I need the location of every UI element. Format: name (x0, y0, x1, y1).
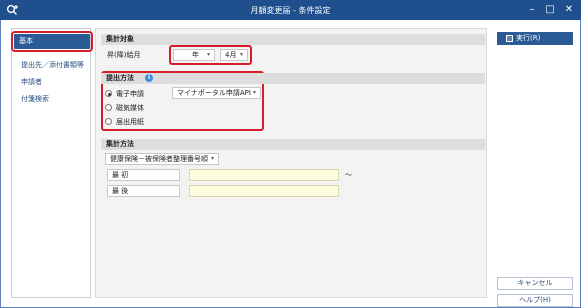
aggregation-target-heading: 集計対象 (101, 34, 485, 45)
cancel-button[interactable]: キャンセル (497, 277, 573, 290)
method-select[interactable]: 健康保険－被保険者整理番号順 ▾ (105, 153, 219, 165)
radio-circle[interactable] (105, 90, 112, 97)
end-label: 最 後 (107, 185, 180, 197)
main-content: 集計対象 昇(降)給月 年 ▾ 4月 ▾ 提出方法 i 電子申請 磁気媒体 届出… (95, 28, 487, 298)
submission-method-title: 提出方法 (106, 74, 134, 82)
sidebar: 基本 提出先／添付書類等 申請者 付箋検索 (11, 28, 93, 298)
month-select[interactable]: 4月 ▾ (220, 49, 248, 61)
sidebar-item-applicant[interactable]: 申請者 (16, 75, 90, 89)
dialog-window: 基本 提出先／添付書類等 申請者 付箋検索 集計対象 昇(降)給月 年 ▾ 4月… (0, 20, 581, 308)
api-select-value: マイナポータル申請API (177, 89, 251, 97)
range-separator: 〜 (345, 171, 352, 179)
sidebar-item-sticky-note-search[interactable]: 付箋検索 (16, 92, 90, 106)
method-select-value: 健康保険－被保険者整理番号順 (110, 155, 208, 163)
api-select[interactable]: マイナポータル申請API ▾ (172, 87, 261, 99)
submission-method-heading: 提出方法 i (101, 73, 485, 84)
month-select-value: 4月 (225, 51, 237, 59)
help-button[interactable]: ヘルプ(H) (497, 294, 573, 307)
minimize-icon[interactable]: – (525, 3, 539, 17)
info-icon[interactable]: i (145, 74, 153, 82)
year-select-value: 年 (192, 51, 199, 59)
radio-label-electronic: 電子申請 (116, 90, 144, 98)
radio-circle[interactable] (105, 118, 112, 125)
chevron-down-icon: ▾ (252, 89, 256, 96)
maximize-icon[interactable]: □ (543, 3, 557, 17)
run-button-label: 実行(R) (516, 34, 541, 42)
year-select[interactable]: 年 ▾ (173, 49, 215, 61)
aggregation-method-heading: 集計方法 (101, 139, 485, 150)
start-label: 最 初 (107, 169, 180, 181)
chevron-down-icon: ▾ (206, 51, 210, 58)
run-button[interactable]: 実行(R) (497, 32, 573, 45)
run-icon (506, 35, 513, 42)
chevron-down-icon: ▾ (239, 51, 243, 58)
raise-month-label: 昇(降)給月 (107, 51, 141, 59)
radio-label-magnetic-media: 磁気媒体 (116, 104, 144, 112)
chevron-down-icon: ▾ (210, 155, 214, 162)
close-icon[interactable]: ✕ (562, 3, 576, 17)
end-input[interactable] (189, 185, 339, 197)
sidebar-item-basic[interactable]: 基本 (11, 31, 93, 52)
title-bar: 月額変更届 - 条件設定 – □ ✕ (0, 0, 581, 20)
action-panel: 実行(R) キャンセル ヘルプ(H) (491, 28, 573, 307)
start-input[interactable] (189, 169, 339, 181)
sidebar-item-submission-attachments[interactable]: 提出先／添付書類等 (16, 58, 90, 72)
radio-circle[interactable] (105, 104, 112, 111)
window-title: 月額変更届 - 条件設定 (250, 6, 331, 15)
radio-label-paper-form: 届出用紙 (116, 118, 144, 126)
